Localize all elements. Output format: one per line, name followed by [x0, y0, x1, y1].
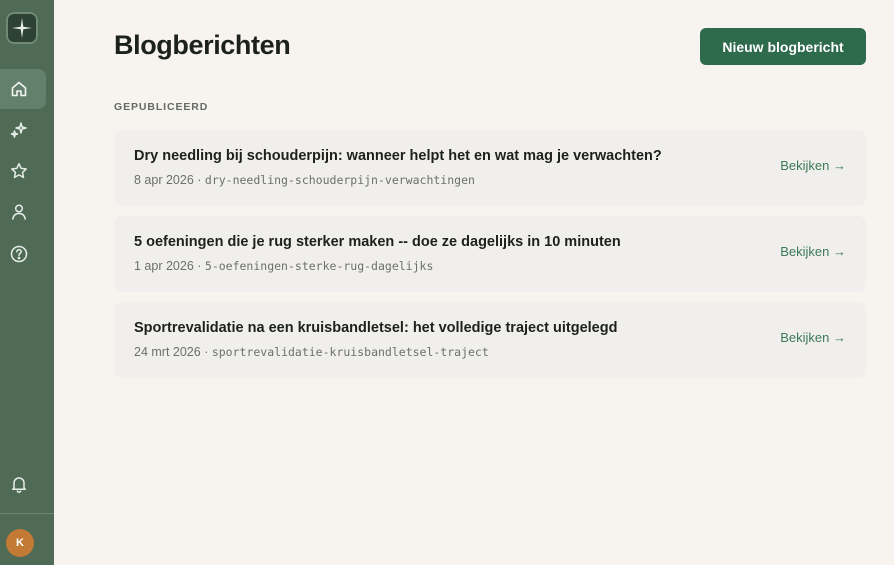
- section-label-published: GEPUBLICEERD: [114, 101, 209, 113]
- post-meta: 8 apr 2026 · dry-needling-schouderpijn-v…: [134, 173, 475, 187]
- star-icon: [11, 163, 27, 179]
- sidebar-divider: [0, 513, 54, 514]
- bell-icon: [11, 477, 27, 494]
- sidebar-item-help[interactable]: [0, 234, 46, 274]
- post-slug: dry-needling-schouderpijn-verwachtingen: [204, 173, 475, 187]
- post-card[interactable]: Sportrevalidatie na een kruisbandletsel:…: [114, 302, 866, 378]
- post-slug: sportrevalidatie-kruisbandletsel-traject: [211, 345, 489, 359]
- post-card[interactable]: 5 oefeningen die je rug sterker maken --…: [114, 216, 866, 292]
- sparkles-icon: [10, 122, 27, 138]
- view-post-link[interactable]: Bekijken →: [780, 158, 846, 173]
- help-circle-icon: [10, 245, 28, 263]
- post-title[interactable]: Sportrevalidatie na een kruisbandletsel:…: [134, 320, 617, 336]
- meta-separator: ·: [193, 259, 205, 273]
- post-card[interactable]: Dry needling bij schouderpijn: wanneer h…: [114, 130, 866, 206]
- new-blog-post-button[interactable]: Nieuw blogbericht: [700, 28, 866, 65]
- post-meta: 1 apr 2026 · 5-oefeningen-sterke-rug-dag…: [134, 259, 433, 273]
- post-title[interactable]: 5 oefeningen die je rug sterker maken --…: [134, 234, 621, 250]
- post-date: 24 mrt 2026: [134, 345, 201, 359]
- sidebar-item-home[interactable]: [0, 69, 46, 109]
- post-slug: 5-oefeningen-sterke-rug-dagelijks: [204, 259, 434, 273]
- post-title[interactable]: Dry needling bij schouderpijn: wanneer h…: [134, 148, 662, 164]
- view-post-link[interactable]: Bekijken →: [780, 330, 846, 345]
- sidebar-item-profile[interactable]: [0, 192, 46, 232]
- compass-star-icon[interactable]: [6, 12, 38, 44]
- meta-separator: ·: [193, 173, 205, 187]
- avatar[interactable]: K: [6, 529, 34, 557]
- post-date: 1 apr 2026: [134, 259, 194, 273]
- page-title: Blogberichten: [114, 30, 291, 60]
- view-post-link[interactable]: Bekijken →: [780, 244, 846, 259]
- post-date: 8 apr 2026: [134, 173, 194, 187]
- notifications-button[interactable]: [0, 464, 46, 504]
- meta-separator: ·: [200, 345, 212, 359]
- home-icon: [11, 81, 27, 97]
- post-meta: 24 mrt 2026 · sportrevalidatie-kruisband…: [134, 345, 489, 359]
- sidebar-item-sparkles[interactable]: [0, 110, 46, 150]
- sidebar-item-favorites[interactable]: [0, 151, 46, 191]
- sidebar: K: [0, 0, 54, 565]
- user-icon: [12, 204, 26, 220]
